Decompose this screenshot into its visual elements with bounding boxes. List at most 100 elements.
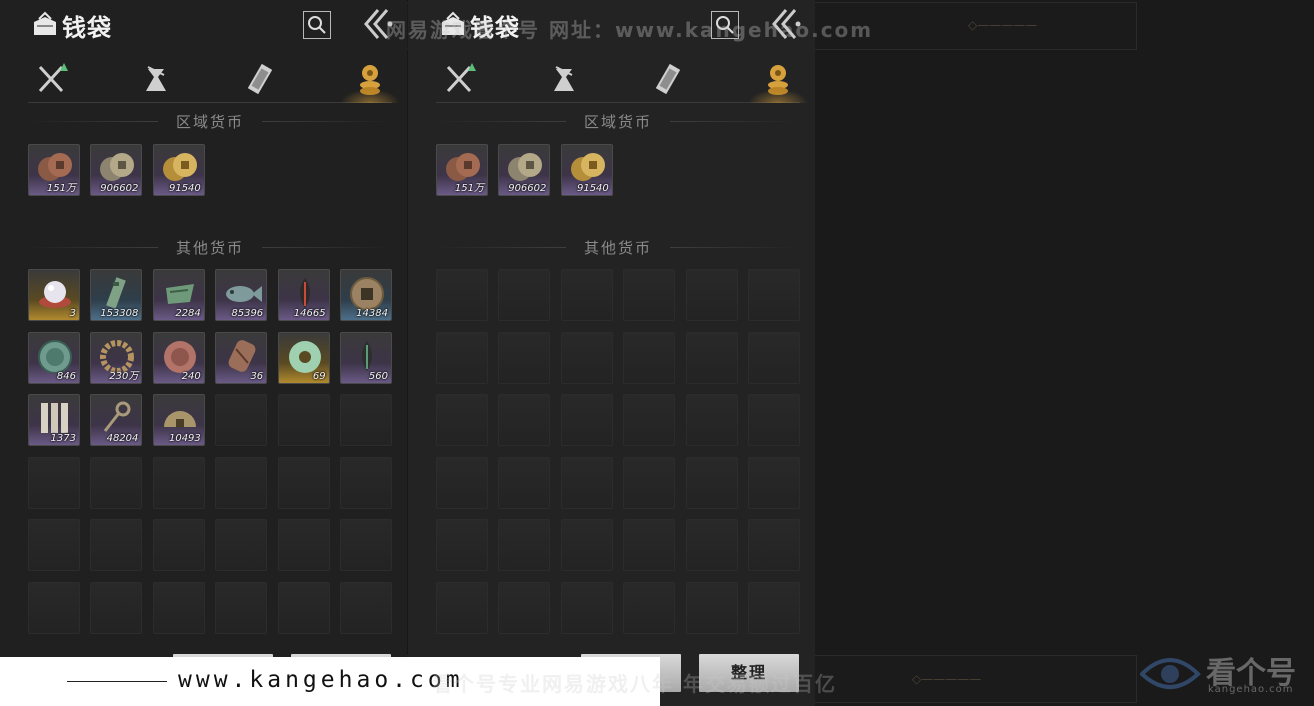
empty-slot[interactable] — [339, 456, 392, 509]
empty-slot[interactable] — [436, 456, 488, 509]
empty-slot[interactable] — [436, 394, 488, 447]
empty-slot[interactable] — [747, 519, 800, 572]
item-count: 48204 — [106, 433, 139, 445]
currency-slot-bronze-coin[interactable]: 14384 — [339, 269, 392, 321]
empty-slot[interactable] — [747, 331, 800, 384]
watermark-line — [67, 681, 167, 682]
watermark-bottom: 看个号专业网易游戏八年 年交易额过百亿 — [432, 672, 837, 696]
empty-slot[interactable] — [277, 394, 330, 447]
tab-currency[interactable] — [340, 61, 400, 103]
empty-slot[interactable] — [277, 581, 330, 634]
currency-slot-green-feather[interactable]: 560 — [339, 331, 392, 384]
tab-materials[interactable] — [136, 61, 176, 97]
empty-slot[interactable] — [436, 519, 488, 572]
currency-slot-jade-fish[interactable]: 85396 — [215, 269, 268, 321]
currency-slot-red-medallion[interactable]: 240 — [152, 331, 205, 384]
empty-slot[interactable] — [623, 456, 676, 509]
currency-slot-carved-tablet[interactable]: 36 — [215, 331, 268, 384]
gold-coins-icon — [570, 153, 605, 181]
currency-slot-silver-coins[interactable]: 906602 — [90, 144, 143, 196]
currency-slot-copper-coins[interactable]: 151万 — [28, 144, 80, 196]
empty-slot[interactable] — [339, 519, 392, 572]
empty-slot[interactable] — [685, 581, 738, 634]
empty-slot[interactable] — [215, 581, 268, 634]
empty-slot[interactable] — [623, 519, 676, 572]
panel-header: 钱袋 — [0, 0, 407, 50]
empty-slot[interactable] — [560, 456, 613, 509]
tab-scrolls[interactable] — [242, 61, 282, 97]
item-count: 91540 — [576, 183, 609, 194]
empty-slot[interactable] — [747, 394, 800, 447]
empty-slot[interactable] — [339, 394, 392, 447]
empty-slot[interactable] — [215, 519, 268, 572]
empty-slot[interactable] — [747, 269, 800, 321]
item-count: 2284 — [175, 308, 201, 319]
tab-equipment[interactable] — [442, 61, 482, 97]
currency-slot-bead-bracelet[interactable]: 230万 — [90, 331, 143, 384]
empty-slot[interactable] — [90, 456, 143, 509]
empty-slot[interactable] — [277, 519, 330, 572]
empty-slot[interactable] — [498, 331, 551, 384]
empty-slot[interactable] — [436, 581, 488, 634]
search-icon[interactable] — [303, 11, 331, 39]
currency-slot-jade-token[interactable]: 153308 — [90, 269, 143, 321]
empty-slot[interactable] — [498, 581, 551, 634]
empty-slot[interactable] — [215, 394, 268, 447]
currency-slot-red-feather[interactable]: 14665 — [277, 269, 330, 321]
empty-slot[interactable] — [28, 581, 80, 634]
empty-slot[interactable] — [560, 269, 613, 321]
empty-slot[interactable] — [685, 519, 738, 572]
currency-slot-jade-disc[interactable]: 69 — [277, 331, 330, 384]
currency-slot-gold-coins[interactable]: 91540 — [560, 144, 613, 196]
empty-slot[interactable] — [498, 394, 551, 447]
empty-slot[interactable] — [90, 581, 143, 634]
empty-slot[interactable] — [560, 331, 613, 384]
empty-slot[interactable] — [28, 519, 80, 572]
tab-scrolls[interactable] — [650, 61, 690, 97]
currency-slot-gold-coins[interactable]: 91540 — [152, 144, 205, 196]
carved-tablet-icon — [228, 339, 256, 372]
empty-slot[interactable] — [28, 456, 80, 509]
empty-slot[interactable] — [215, 456, 268, 509]
tab-materials[interactable] — [544, 61, 584, 97]
empty-slot[interactable] — [560, 519, 613, 572]
empty-slot[interactable] — [560, 581, 613, 634]
empty-slot[interactable] — [498, 519, 551, 572]
empty-slot[interactable] — [685, 331, 738, 384]
empty-slot[interactable] — [498, 269, 551, 321]
currency-slot-silver-coins[interactable]: 906602 — [498, 144, 551, 196]
empty-slot[interactable] — [498, 456, 551, 509]
tab-equipment[interactable] — [34, 61, 74, 97]
jade-disc-icon — [288, 340, 321, 373]
empty-slot[interactable] — [560, 394, 613, 447]
item-count: 230万 — [109, 370, 139, 382]
empty-slot[interactable] — [152, 581, 205, 634]
tab-currency[interactable] — [748, 61, 808, 103]
item-count: 560 — [368, 370, 388, 382]
empty-slot[interactable] — [685, 456, 738, 509]
empty-slot[interactable] — [436, 331, 488, 384]
empty-slot[interactable] — [623, 394, 676, 447]
empty-slot[interactable] — [623, 269, 676, 321]
empty-slot[interactable] — [152, 519, 205, 572]
empty-slot[interactable] — [623, 581, 676, 634]
empty-slot[interactable] — [436, 269, 488, 321]
empty-slot[interactable] — [747, 456, 800, 509]
item-count: 846 — [56, 370, 76, 382]
empty-slot[interactable] — [152, 456, 205, 509]
empty-slot[interactable] — [685, 394, 738, 447]
currency-slot-jade-medallion[interactable]: 846 — [28, 331, 80, 384]
currency-slot-copper-coins[interactable]: 151万 — [436, 144, 488, 196]
empty-slot[interactable] — [623, 331, 676, 384]
currency-slot-pearl[interactable]: 3 — [28, 269, 80, 321]
currency-slot-half-coin[interactable]: 10493 — [152, 394, 205, 447]
currency-slot-key-token[interactable]: 48204 — [90, 394, 143, 447]
empty-slot[interactable] — [277, 456, 330, 509]
category-tabs — [28, 56, 400, 103]
empty-slot[interactable] — [685, 269, 738, 321]
empty-slot[interactable] — [339, 581, 392, 634]
empty-slot[interactable] — [90, 519, 143, 572]
empty-slot[interactable] — [747, 581, 800, 634]
currency-slot-bamboo-slips[interactable]: 1373 — [28, 394, 80, 447]
currency-slot-green-cloth[interactable]: 2284 — [152, 269, 205, 321]
